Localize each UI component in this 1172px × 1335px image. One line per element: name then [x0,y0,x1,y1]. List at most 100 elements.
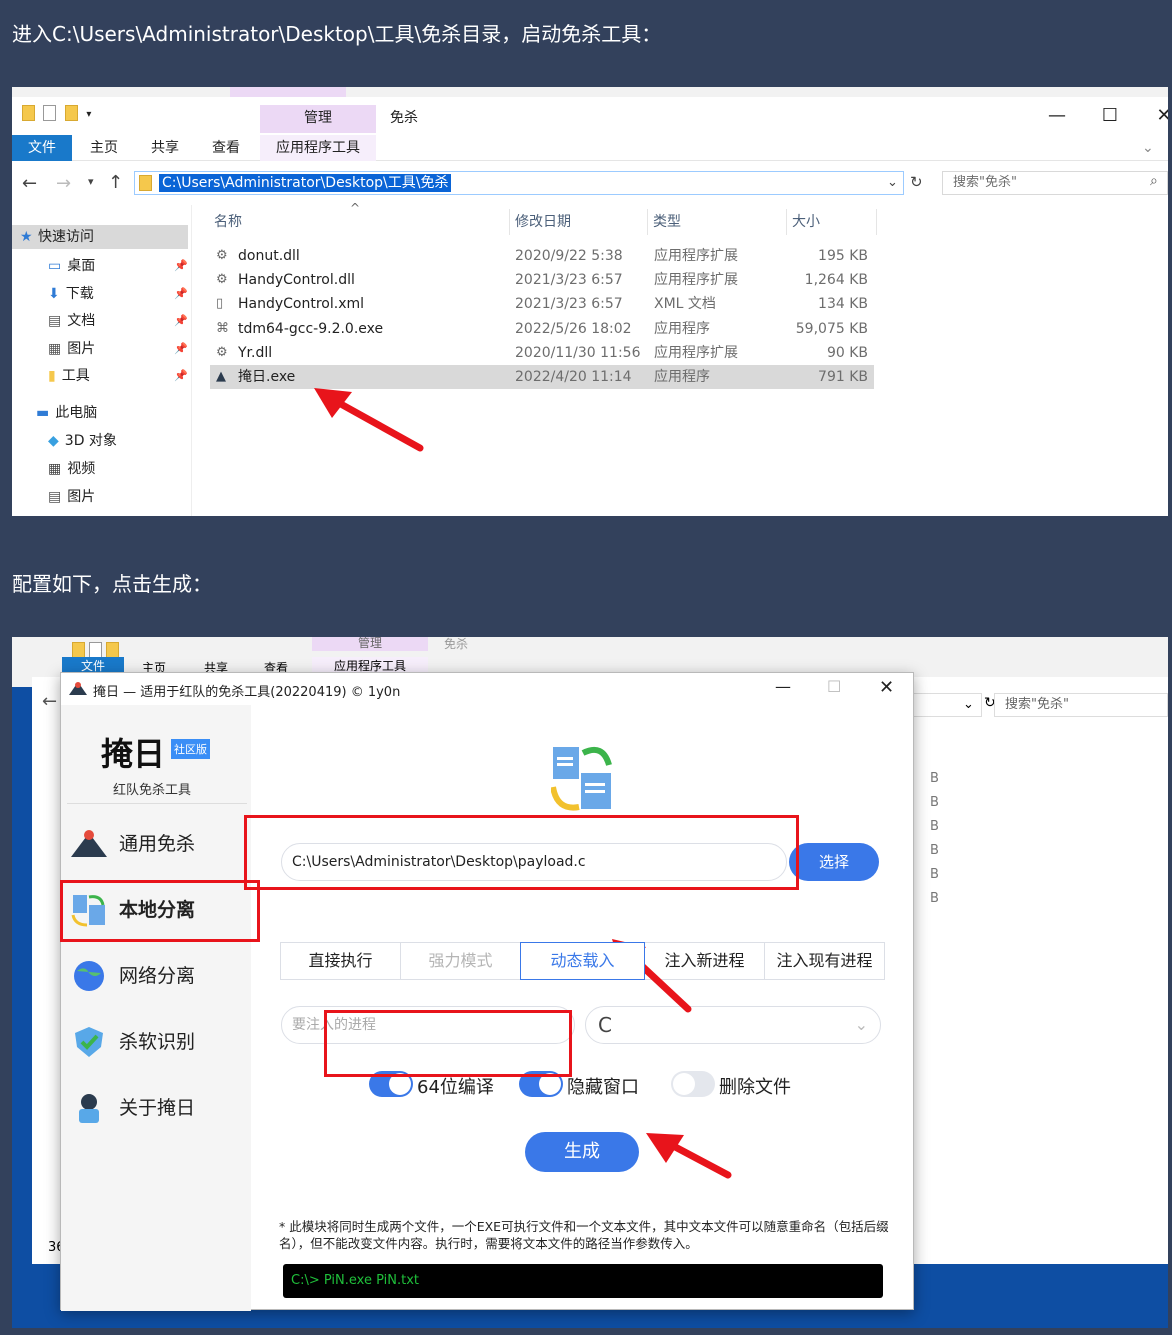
search-input[interactable]: 搜索"免杀" [942,171,1168,195]
file-date: 2021/3/23 6:57 [515,296,623,313]
edition-badge: 社区版 [171,739,210,759]
app-logo-icon: ▲ [216,369,226,384]
star-icon: ★ [20,229,33,245]
pin-icon[interactable]: 📌 [174,254,188,278]
tab-app-tools[interactable]: 应用程序工具 [260,135,376,161]
3d-objects-icon: ◆ [48,433,59,449]
file-date: 2021/3/23 6:57 [515,272,623,289]
up-icon[interactable]: ↑ [108,172,123,193]
sidebar-item[interactable]: ▤ 图片 [48,485,95,509]
dll-file-icon: ⚙ [216,272,228,288]
sidebar-item-about[interactable]: 关于掩日 [71,1085,241,1131]
computer-icon: ▬ [36,405,50,421]
mode-tab[interactable]: 注入现有进程 [764,942,885,980]
pin-icon[interactable]: 📌 [174,282,188,306]
window-title: 免杀 [390,110,418,126]
file-type: 应用程序扩展 [654,344,738,361]
exe-file-icon: ⌘ [216,320,229,336]
address-bar[interactable]: C:\Users\Administrator\Desktop\工具\免杀 ⌄ [134,171,904,195]
pin-icon[interactable]: 📌 [174,309,188,333]
minimize-button[interactable]: — [1037,103,1077,129]
pointer-arrow [646,1133,732,1179]
tab-view[interactable]: 查看 [212,135,240,161]
sidebar-item-label: 视频 [67,461,96,477]
back-icon[interactable]: ← [22,173,37,194]
forward-icon[interactable]: → [56,173,71,194]
tab-file[interactable]: 文件 [12,135,72,161]
column-date[interactable]: 修改日期 [515,209,571,235]
dll-file-icon: ⚙ [216,248,228,263]
address-text: C:\Users\Administrator\Desktop\工具\免杀 [159,174,452,192]
sidebar-item[interactable]: ⬇ 下载 📌 [48,282,188,306]
quick-access-toolbar[interactable]: ▾ [22,105,142,127]
close-button[interactable]: ✕ [879,677,894,698]
file-name: donut.dll [238,248,300,264]
yanri-app-window: 掩日 — 适用于红队的免杀工具(20220419) © 1y0n — ☐ ✕ 掩… [60,672,914,1311]
sidebar-item-this-pc[interactable]: ▬ 此电脑 [36,401,97,425]
sidebar-item-label: 此电脑 [55,405,98,421]
sidebar-item[interactable]: ◆ 3D 对象 [48,429,117,453]
column-type[interactable]: 类型 [653,209,681,235]
highlight-nav-box [60,880,260,942]
sidebar-item-network-split[interactable]: 网络分离 [71,953,241,999]
files-sync-icon [550,743,615,813]
file-size: 90 KB [826,344,868,361]
file-date: 2020/9/22 5:38 [515,248,623,264]
pin-icon[interactable]: 📌 [174,337,188,361]
file-row[interactable]: ▯ HandyControl.xml 2021/3/23 6:57 XML 文档… [210,292,874,316]
pin-icon[interactable]: 📌 [174,364,188,388]
file-row[interactable]: ⌘ tdm64-gcc-9.2.0.exe 2022/5/26 18:02 应用… [210,317,874,341]
sidebar-item-label: 3D 对象 [64,433,117,449]
minimize-button[interactable]: — [775,677,791,696]
maximize-button[interactable]: ☐ [1090,103,1130,129]
file-name: Yr.dll [238,344,273,361]
customize-icon[interactable]: ▾ [86,109,91,120]
file-row[interactable]: ⚙ HandyControl.dll 2021/3/23 6:57 应用程序扩展… [210,268,874,292]
column-name[interactable]: 名称 [214,209,242,235]
sidebar-item[interactable]: ▮ 工具 📌 [48,364,188,388]
new-folder-icon [64,105,78,121]
bg-title: 免杀 [444,637,469,651]
mode-tab[interactable]: 动态载入 [520,942,645,980]
manage-context-tab[interactable]: 管理 [260,105,376,133]
mode-tab[interactable]: 强力模式 [400,942,521,980]
tab-home[interactable]: 主页 [90,135,118,161]
folder-icon: ▮ [48,368,56,385]
generate-button[interactable]: 生成 [525,1132,639,1172]
sidebar-item-label: 关于掩日 [119,1097,196,1119]
sidebar-item[interactable]: ▤ 文档 📌 [48,309,188,333]
toggle-switch[interactable] [671,1071,715,1097]
chevron-down-icon: ⌄ [854,1015,868,1034]
picture-icon: ▦ [48,340,62,357]
toggle-label: 删除文件 [719,1077,791,1098]
sidebar-item-quick-access[interactable]: ★ 快速访问 [12,225,188,249]
expand-ribbon-icon[interactable]: ⌄ [1142,135,1154,161]
mode-tab[interactable]: 直接执行 [280,942,401,980]
sidebar-item[interactable]: ▭ 桌面 📌 [48,254,188,278]
column-size[interactable]: 大小 [792,209,820,235]
chevron-down-icon[interactable]: ⌄ [887,172,898,194]
file-row[interactable]: ⚙ Yr.dll 2020/11/30 11:56 应用程序扩展 90 KB [210,341,874,365]
module-note: * 此模块将同时生成两个文件，一个EXE可执行文件和一个文本文件，其中文本文件可… [279,1219,889,1251]
file-row[interactable]: ⚙ donut.dll 2020/9/22 5:38 应用程序扩展 195 KB [210,244,874,268]
recent-locations-icon[interactable]: ▾ [88,175,94,188]
choose-button[interactable]: 选择 [789,843,879,881]
refresh-icon[interactable]: ↻ [910,173,923,191]
file-size: 791 KB [818,369,868,385]
bg-manage-tab: 管理 [312,637,428,651]
sidebar-item-general[interactable]: 通用免杀 [71,821,241,867]
file-type: 应用程序扩展 [654,272,738,289]
tool-screenshot: 管理 免杀 文件 主页 共享 查看 应用程序工具 ← ⌄ ↻ 搜索"免杀" BB… [12,637,1168,1328]
close-button[interactable]: ✕ [1144,103,1168,129]
sidebar-item-label: 工具 [61,368,90,385]
file-date: 2020/11/30 11:56 [515,344,641,361]
maximize-button[interactable]: ☐ [827,677,841,696]
search-icon: ⌕ [1150,173,1158,189]
sidebar-item[interactable]: ▦ 图片 📌 [48,337,188,361]
tab-share[interactable]: 共享 [151,135,179,161]
sidebar-item-label: 桌面 [67,258,96,274]
sidebar-item-av-detect[interactable]: 杀软识别 [71,1019,241,1065]
file-type: 应用程序扩展 [654,248,738,264]
sidebar-item[interactable]: ▦ 视频 [48,457,95,481]
properties-icon [43,105,57,121]
